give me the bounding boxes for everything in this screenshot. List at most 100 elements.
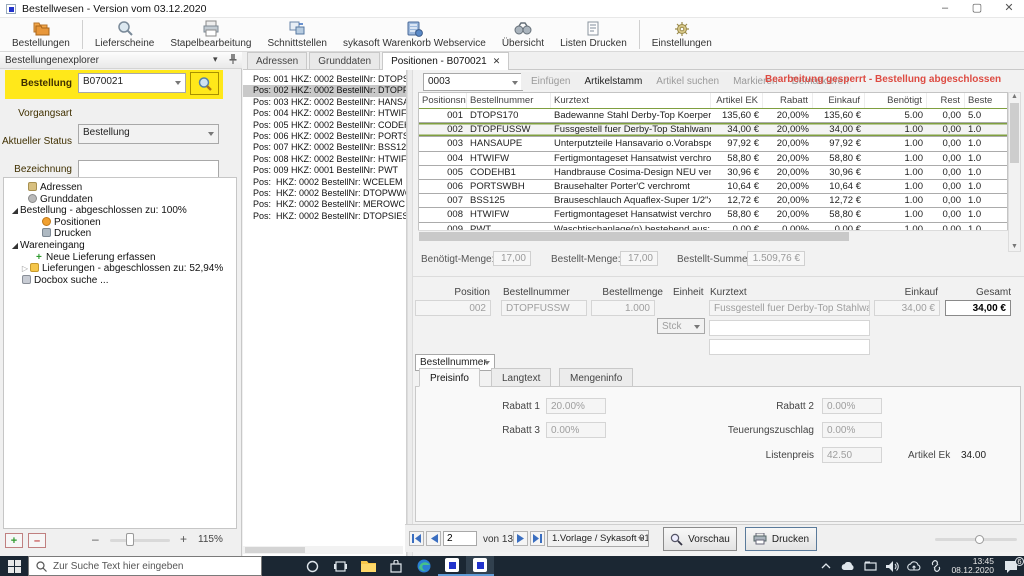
rabatt3-field[interactable]: 0.00% bbox=[546, 422, 606, 438]
notifications-button[interactable]: 6 bbox=[998, 556, 1024, 576]
kurztext-field[interactable]: Fussgestell fuer Derby-Top Stahlwannen bbox=[709, 300, 870, 316]
gesamt-field[interactable]: 34,00 € bbox=[945, 300, 1011, 316]
grid-row[interactable]: 005 CODEHB1 Handbrause Cosima-Design NEU v… bbox=[419, 165, 1007, 180]
onedrive-icon[interactable] bbox=[859, 556, 881, 576]
tree-collapse-all-button[interactable]: – bbox=[28, 533, 46, 548]
expand-arrow-icon[interactable]: ◢ bbox=[10, 240, 20, 252]
tree-item-docbox[interactable]: Docbox suche ... bbox=[4, 274, 236, 287]
listenpreis-field[interactable]: 42.50 bbox=[822, 447, 882, 463]
uebersicht-button[interactable]: Übersicht bbox=[494, 18, 552, 51]
col-benoetigt[interactable]: Benötigt bbox=[865, 93, 927, 108]
tree-item-adressen[interactable]: Adressen bbox=[4, 182, 236, 194]
kurztext-line2-field[interactable] bbox=[709, 320, 870, 336]
store-button[interactable] bbox=[382, 556, 410, 576]
zoom-in-button[interactable]: + bbox=[180, 532, 187, 546]
grid-hscrollbar[interactable] bbox=[418, 230, 1008, 242]
artikel-suchen-link[interactable]: Artikel suchen bbox=[656, 76, 719, 87]
cortana-button[interactable] bbox=[298, 556, 326, 576]
bestellmenge-field[interactable]: 1.000 bbox=[591, 300, 655, 316]
col-kurztext[interactable]: Kurztext bbox=[551, 93, 711, 108]
close-button[interactable]: ✕ bbox=[1002, 2, 1016, 16]
tree-item-grunddaten[interactable]: Grunddaten bbox=[4, 193, 236, 206]
webservice-button[interactable]: sykasoft Warenkorb Webservice bbox=[335, 18, 494, 51]
current-page-input[interactable] bbox=[443, 531, 477, 546]
col-bestellnummer[interactable]: Bestellnummer bbox=[467, 93, 551, 108]
tab-preisinfo[interactable]: Preisinfo bbox=[419, 368, 480, 387]
position-list-item[interactable]: Pos: 001 HKZ: 0002 BestellNr: DTOPS170 bbox=[243, 74, 406, 85]
prev-page-button[interactable] bbox=[426, 531, 441, 546]
schnittstellen-button[interactable]: Schnittstellen bbox=[260, 18, 335, 51]
position-list-item[interactable]: Pos: HKZ: 0002 BestellNr: DTOPSIES bbox=[243, 211, 406, 222]
col-einkauf[interactable]: Einkauf bbox=[813, 93, 865, 108]
drucken-button[interactable]: Drucken bbox=[745, 527, 817, 551]
col-artikel-ek[interactable]: Artikel EK bbox=[711, 93, 763, 108]
tree-item-bestellung[interactable]: ◢ Bestellung - abgeschlossen zu: 100% bbox=[4, 205, 236, 217]
einstellungen-button[interactable]: Einstellungen bbox=[644, 18, 720, 51]
bestellnummer-field[interactable]: DTOPFUSSW bbox=[501, 300, 587, 316]
position-list-item[interactable]: Pos: HKZ: 0002 BestellNr: MEROWC bbox=[243, 199, 406, 210]
grid-row-selected[interactable]: 002 DTOPFUSSW Fussgestell fuer Derby-Top S… bbox=[419, 123, 1007, 138]
position-list-item[interactable]: Pos: 009 HKZ: 0001 BestellNr: PWT bbox=[243, 165, 406, 176]
col-rabatt[interactable]: Rabatt bbox=[763, 93, 813, 108]
bestellungen-button[interactable]: Bestellungen bbox=[4, 18, 78, 51]
position-list-item[interactable]: Pos: HKZ: 0002 BestellNr: WCELEM bbox=[243, 177, 406, 188]
col-bestellt[interactable]: Beste bbox=[965, 93, 1007, 108]
app-window-2-button[interactable] bbox=[466, 556, 494, 576]
next-page-button[interactable] bbox=[513, 531, 528, 546]
zoom-slider-thumb[interactable] bbox=[126, 533, 134, 546]
grid-vscrollbar[interactable]: ▲ ▼ bbox=[1008, 92, 1021, 252]
position-list-item[interactable]: Pos: 005 HKZ: 0002 BestellNr: CODEHB1 bbox=[243, 120, 406, 131]
tab-grunddaten[interactable]: Grunddaten bbox=[309, 52, 381, 69]
edge-button[interactable] bbox=[410, 556, 438, 576]
col-rest[interactable]: Rest bbox=[927, 93, 965, 108]
task-view-button[interactable] bbox=[326, 556, 354, 576]
kurztext-line3-field[interactable] bbox=[709, 339, 870, 355]
detail-slider-thumb[interactable] bbox=[975, 535, 984, 544]
position-list-item[interactable]: Pos: 008 HKZ: 0002 BestellNr: HTWIFW bbox=[243, 154, 406, 165]
tab-adressen[interactable]: Adressen bbox=[247, 52, 308, 69]
lieferscheine-button[interactable]: Lieferscheine bbox=[87, 18, 162, 51]
zoom-out-button[interactable]: – bbox=[92, 532, 99, 546]
grid-row[interactable]: 006 PORTSWBH Brausehalter Porter'C verchro… bbox=[419, 179, 1007, 195]
start-button[interactable] bbox=[0, 556, 28, 576]
einfuegen-link[interactable]: Einfügen bbox=[531, 76, 570, 87]
pin-icon[interactable] bbox=[228, 53, 238, 68]
tree-expand-all-button[interactable]: + bbox=[5, 533, 23, 548]
rabatt1-field[interactable]: 20.00% bbox=[546, 398, 606, 414]
panel-menu-icon[interactable]: ▾ bbox=[213, 54, 218, 65]
minimize-button[interactable]: – bbox=[938, 2, 952, 16]
tree-item-drucken[interactable]: Drucken bbox=[4, 228, 236, 240]
grid-row[interactable]: 001 DTOPS170 Badewanne Stahl Derby-Top Koe… bbox=[419, 109, 1007, 124]
bestellung-combobox[interactable]: B070021 bbox=[78, 73, 186, 93]
position-list-item[interactable]: Pos: 006 HKZ: 0002 BestellNr: PORTSWBH bbox=[243, 131, 406, 142]
tree-item-neue-lieferung[interactable]: + Neue Lieferung erfassen bbox=[4, 252, 236, 264]
link-icon[interactable] bbox=[925, 556, 947, 576]
tab-langtext[interactable]: Langtext bbox=[491, 368, 552, 387]
cloud-icon[interactable] bbox=[837, 556, 859, 576]
grid-row[interactable]: 008 HTWIFW Fertigmontageset Hansatwist ver… bbox=[419, 208, 1007, 223]
stapelbearbeitung-button[interactable]: Stapelbearbeitung bbox=[162, 18, 259, 51]
vorgangsart-combobox[interactable]: Bestellung bbox=[78, 124, 219, 144]
file-explorer-button[interactable] bbox=[354, 556, 382, 576]
taskbar-search[interactable]: Zur Suche Text hier eingeben bbox=[28, 556, 262, 576]
expand-arrow-icon[interactable]: ▷ bbox=[20, 263, 30, 275]
expand-arrow-icon[interactable]: ◢ bbox=[10, 205, 20, 217]
listen-drucken-button[interactable]: Listen Drucken bbox=[552, 18, 635, 51]
teuerungszuschlag-field[interactable]: 0.00% bbox=[822, 422, 882, 438]
tab-mengeninfo[interactable]: Mengeninfo bbox=[559, 368, 634, 387]
tree-item-positionen[interactable]: Positionen bbox=[4, 216, 236, 229]
position-list-item[interactable]: Pos: 003 HKZ: 0002 BestellNr: HANSAUPE bbox=[243, 97, 406, 108]
vorschau-button[interactable]: Vorschau bbox=[663, 527, 737, 551]
app-window-1-button[interactable] bbox=[438, 556, 466, 576]
scroll-up-icon[interactable]: ▲ bbox=[1009, 93, 1020, 100]
position-list-item[interactable]: Pos: 004 HKZ: 0002 BestellNr: HTWIFW bbox=[243, 108, 406, 119]
volume-icon[interactable] bbox=[881, 556, 903, 576]
tab-positionen[interactable]: Positionen - B070021 ✕ bbox=[382, 52, 510, 70]
last-page-button[interactable] bbox=[530, 531, 545, 546]
zoom-slider-track[interactable] bbox=[110, 539, 170, 542]
artikelstamm-link[interactable]: Artikelstamm bbox=[584, 76, 642, 87]
einkauf-field[interactable]: 34,00 € bbox=[874, 300, 940, 316]
bestellung-search-button[interactable] bbox=[190, 72, 219, 95]
scroll-down-icon[interactable]: ▼ bbox=[1011, 243, 1018, 250]
tree-item-wareneingang[interactable]: ◢ Wareneingang bbox=[4, 240, 236, 252]
